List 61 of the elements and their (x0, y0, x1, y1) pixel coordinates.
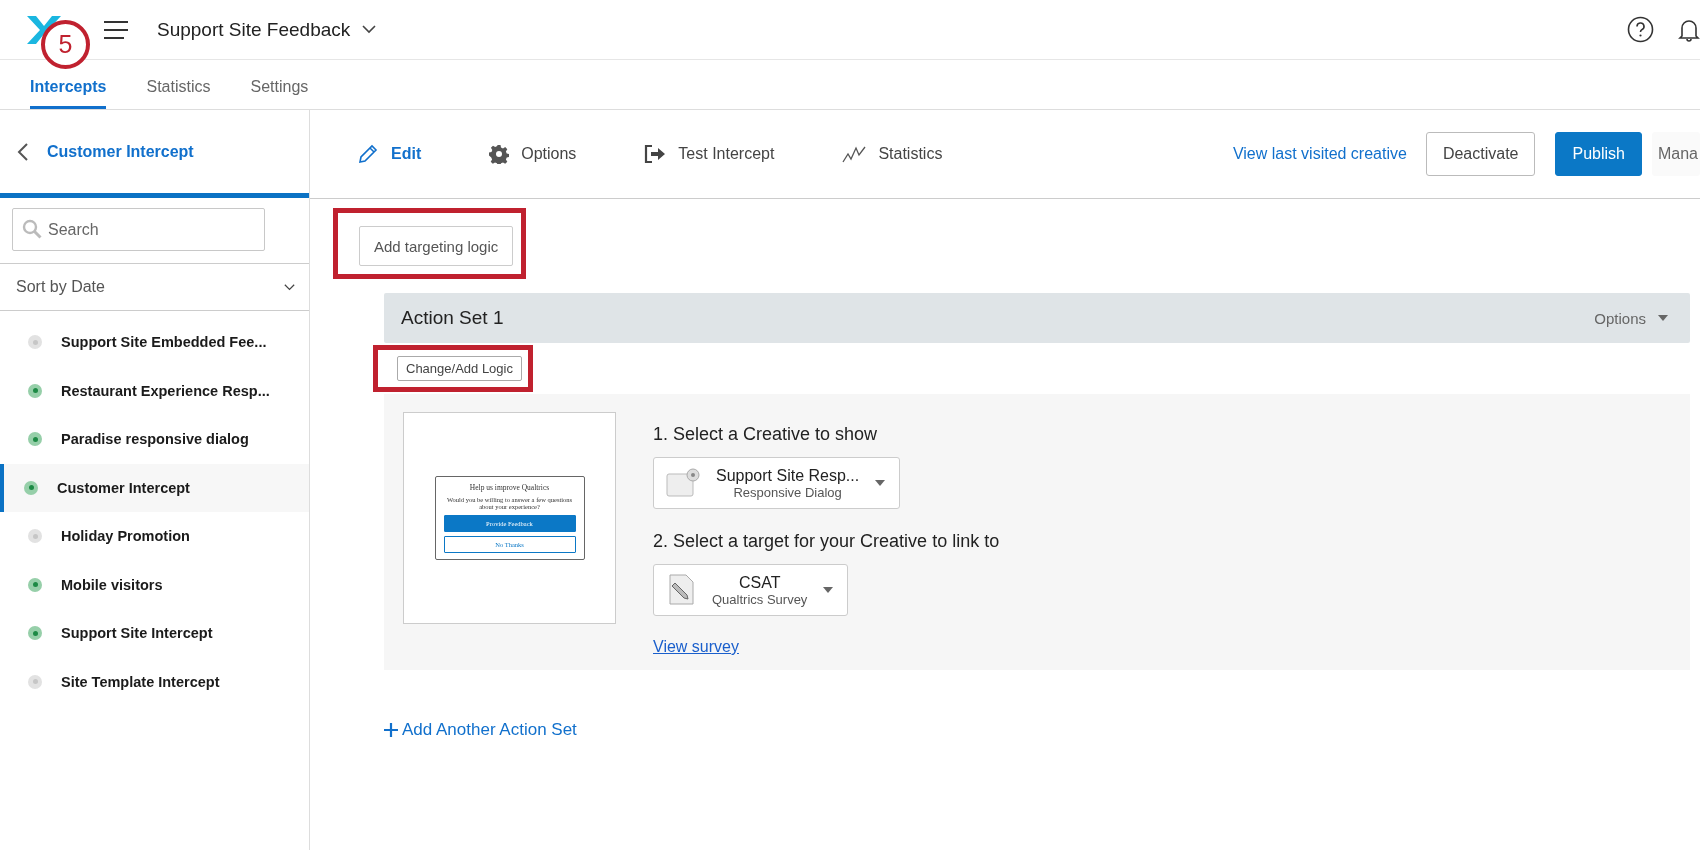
toolbar-tab[interactable]: Edit (357, 143, 422, 165)
dropdown-title: Support Site Resp... (716, 466, 860, 485)
search-field[interactable]: Search (12, 208, 265, 251)
change-logic-button[interactable]: Change/Add Logic (397, 356, 522, 381)
creative-dropdown[interactable]: Support Site Resp... Responsive Dialog (653, 457, 901, 509)
caret-icon (823, 587, 834, 593)
action-button[interactable]: Deactivate (1425, 132, 1536, 176)
action-button[interactable]: Mana (1651, 132, 1700, 176)
dialog-icon (666, 468, 700, 498)
line-chart-icon (842, 145, 867, 163)
intercept-name: Restaurant Experience Resp... (61, 382, 270, 399)
step-callout: 5 (41, 20, 90, 69)
sort-dropdown[interactable]: Sort by Date (0, 264, 309, 311)
tab[interactable]: Statistics (146, 78, 211, 109)
tab[interactable]: Settings (250, 78, 309, 109)
intercept-name: Holiday Promotion (61, 528, 190, 545)
step-heading: 1. Select a Creative to show (653, 424, 879, 445)
add-targeting-button[interactable]: Add targeting logic (359, 226, 514, 266)
intercept-name: Site Template Intercept (61, 673, 220, 690)
intercept-list-item[interactable]: Paradise responsive dialog (0, 415, 309, 464)
intercept-list-item[interactable]: Support Site Intercept (0, 609, 309, 658)
survey-icon (666, 574, 696, 606)
chevron-down-icon[interactable] (362, 25, 377, 34)
intercept-name: Support Site Embedded Fee... (61, 334, 267, 351)
survey-dropdown[interactable]: CSAT Qualtrics Survey (653, 564, 849, 616)
step-heading: 2. Select a target for your Creative to link to (653, 531, 1000, 552)
publish-button[interactable]: Publish (1555, 132, 1642, 176)
intercept-list-item[interactable]: Site Template Intercept (0, 657, 309, 706)
toolbar-tab[interactable]: Options (489, 144, 577, 164)
intercept-list-item[interactable]: Customer Intercept (0, 463, 309, 512)
dropdown-subtitle: Responsive Dialog (733, 484, 842, 500)
search-icon (22, 219, 42, 239)
action-set-title: Action Set 1 (401, 307, 504, 329)
intercept-list-item[interactable]: Support Site Embedded Fee... (0, 318, 309, 367)
intercept-list-item[interactable]: Restaurant Experience Resp... (0, 366, 309, 415)
dropdown-title: CSAT (738, 573, 781, 592)
intercept-name: Support Site Intercept (61, 625, 213, 642)
gear-icon (489, 144, 510, 164)
toolbar-tab[interactable]: Statistics (842, 145, 943, 163)
chevron-down-icon (284, 283, 295, 291)
exit-icon (644, 144, 667, 164)
intercept-name: Mobile visitors (61, 576, 163, 593)
menu-icon[interactable] (103, 19, 129, 40)
view-survey-link[interactable]: View survey (653, 638, 739, 656)
help-icon[interactable] (1627, 16, 1654, 43)
caret-icon (1658, 315, 1668, 321)
add-action-set-button[interactable]: Add Another Action Set (384, 720, 577, 740)
caret-icon (875, 480, 886, 486)
dropdown-subtitle: Qualtrics Survey (712, 591, 808, 607)
options-menu[interactable]: Options (1594, 309, 1668, 327)
intercept-name: Customer Intercept (57, 479, 190, 496)
intercept-name: Paradise responsive dialog (61, 431, 249, 448)
view-creative-link[interactable]: View last visited creative (1232, 145, 1407, 163)
tab[interactable]: Intercepts (30, 78, 107, 109)
plus-icon (384, 723, 398, 737)
toolbar-tab[interactable]: Test Intercept (644, 144, 775, 164)
intercept-list-item[interactable]: Mobile visitors (0, 560, 309, 609)
intercept-list-item[interactable]: Holiday Promotion (0, 512, 309, 561)
project-selector[interactable]: Support Site Feedback (157, 18, 377, 41)
intercept-title[interactable]: Customer Intercept (47, 142, 194, 161)
pencil-icon (357, 143, 379, 165)
